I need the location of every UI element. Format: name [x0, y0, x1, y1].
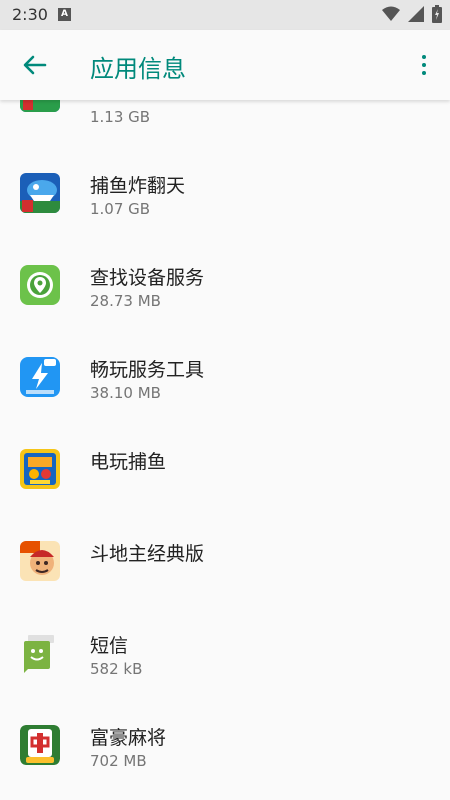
- back-arrow-icon: [23, 55, 47, 75]
- status-bar: 2:30 A: [0, 0, 450, 30]
- app-size: 38.10 MB: [90, 384, 161, 402]
- app-size: 1.13 GB: [90, 108, 151, 126]
- arcade-fish-icon: [20, 449, 60, 489]
- app-list-item[interactable]: 1.13 GB: [0, 100, 450, 164]
- app-list-item[interactable]: 查找设备服务 28.73 MB: [0, 256, 450, 348]
- app-name: 查找设备服务: [90, 267, 205, 289]
- fish-game-icon: [20, 100, 60, 112]
- app-bar: 应用信息: [0, 30, 450, 100]
- app-size: 28.73 MB: [90, 292, 161, 310]
- app-list-item[interactable]: 短信 582 kB: [0, 624, 450, 716]
- notification-icon: A: [58, 8, 71, 21]
- status-time: 2:30: [12, 5, 48, 24]
- app-list: 1.13 GB 捕鱼炸翻天 1.07 GB 查找设备服务 28.73 MB 畅玩…: [0, 100, 450, 800]
- messaging-icon: [20, 633, 60, 673]
- page-title: 应用信息: [90, 55, 186, 83]
- app-list-item[interactable]: 电玩捕鱼: [0, 440, 450, 532]
- app-list-item[interactable]: 捕鱼炸翻天 1.07 GB: [0, 164, 450, 256]
- mahjong-icon: [20, 725, 60, 765]
- app-name: 捕鱼炸翻天: [90, 175, 186, 197]
- more-options-button[interactable]: [414, 50, 434, 80]
- more-dot-icon: [422, 55, 426, 59]
- back-button[interactable]: [14, 48, 56, 82]
- app-name: 斗地主经典版: [90, 543, 205, 565]
- find-device-icon: [20, 265, 60, 305]
- app-size: 1.07 GB: [90, 200, 151, 218]
- wifi-icon: [382, 6, 400, 21]
- service-tool-icon: [20, 357, 60, 397]
- app-list-item[interactable]: 富豪麻将 702 MB: [0, 716, 450, 800]
- app-size: 702 MB: [90, 752, 147, 770]
- app-size: 582 kB: [90, 660, 143, 678]
- doudizhu-icon: [20, 541, 60, 581]
- app-list-item[interactable]: 斗地主经典版: [0, 532, 450, 624]
- signal-icon: [408, 6, 424, 22]
- battery-icon: [432, 5, 442, 23]
- status-icons: [382, 5, 442, 23]
- app-name: 短信: [90, 635, 129, 657]
- app-name: 电玩捕鱼: [90, 451, 167, 473]
- more-dot-icon: [422, 71, 426, 75]
- app-list-item[interactable]: 畅玩服务工具 38.10 MB: [0, 348, 450, 440]
- app-name: 畅玩服务工具: [90, 359, 205, 381]
- app-name: 富豪麻将: [90, 727, 167, 749]
- more-dot-icon: [422, 63, 426, 67]
- fish-game-icon: [20, 173, 60, 213]
